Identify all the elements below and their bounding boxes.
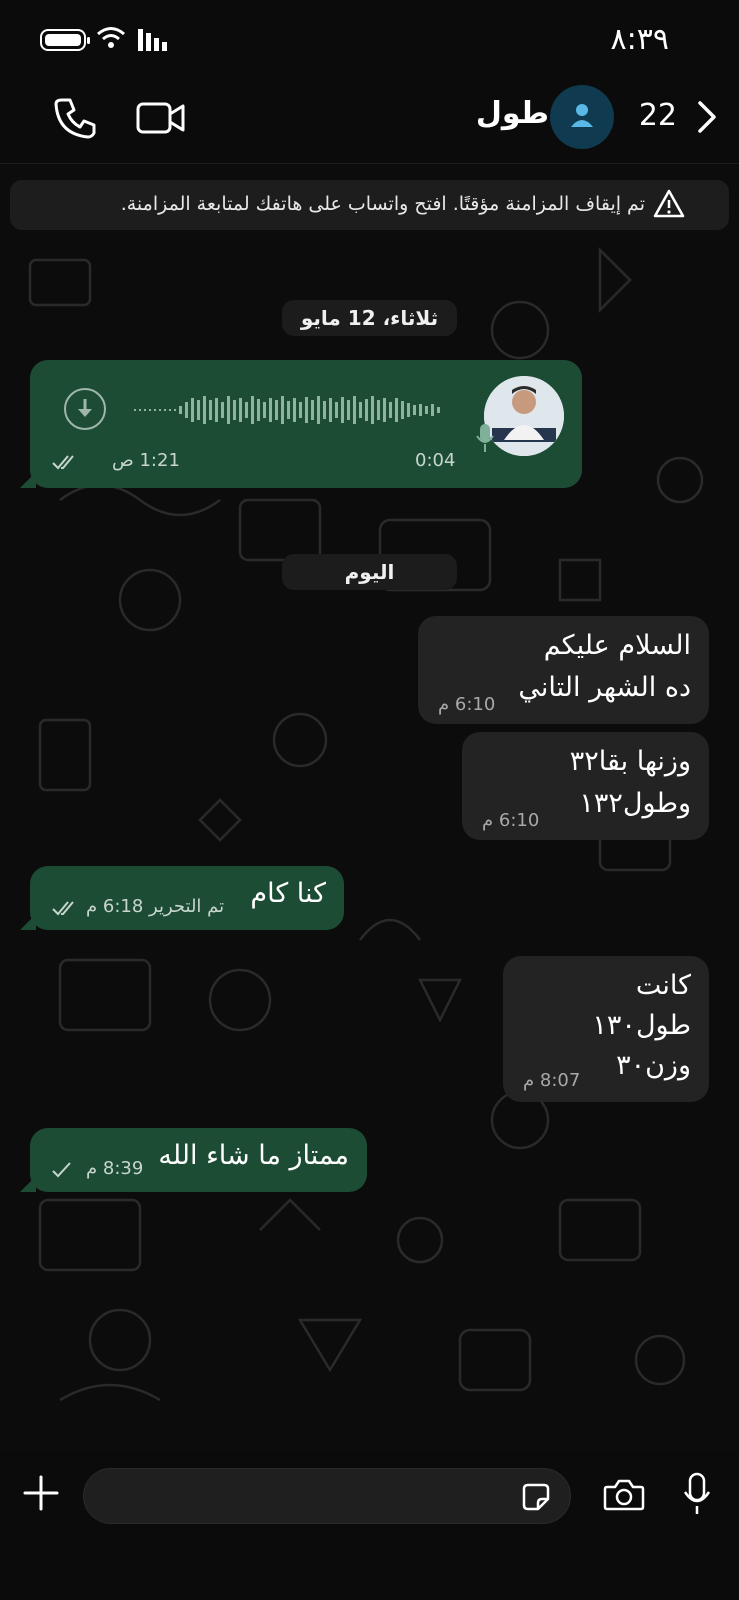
message-line: وزنها بقا٣٢ xyxy=(569,746,691,777)
incoming-message-bubble[interactable]: كانت طول١٣٠ وزن٣٠ 8:07 م xyxy=(503,956,709,1102)
plus-icon[interactable] xyxy=(22,1474,60,1512)
microphone-icon[interactable] xyxy=(682,1472,712,1516)
message-line: السلام عليكم xyxy=(543,630,691,661)
person-icon xyxy=(571,104,593,127)
message-line: طول١٣٠ xyxy=(592,1010,691,1041)
battery-icon xyxy=(40,29,90,51)
sync-banner-text: تم إيقاف المزامنة مؤقتًا. افتح واتساب عل… xyxy=(120,193,645,215)
double-check-icon xyxy=(52,901,74,916)
audio-waveform[interactable] xyxy=(134,390,479,430)
cellular-signal-icon xyxy=(138,29,167,51)
voice-message-bubble[interactable]: 0:04 1:21 ص xyxy=(20,360,582,488)
outgoing-message-bubble[interactable]: كنا كام تم التحرير 6:18 م xyxy=(20,866,344,930)
status-time: ٨:٣٩ xyxy=(610,22,669,57)
sticker-icon[interactable] xyxy=(520,1481,552,1513)
sender-avatar xyxy=(484,376,564,456)
phone-icon[interactable] xyxy=(52,96,96,140)
download-audio-button[interactable] xyxy=(64,388,106,430)
chat-header: طول 22 xyxy=(0,80,739,164)
warning-icon xyxy=(653,189,685,218)
camera-icon[interactable] xyxy=(603,1478,645,1512)
message-line: ممتاز ما شاء الله xyxy=(158,1140,349,1171)
message-time: 6:10 م xyxy=(482,810,540,831)
contact-name[interactable]: طول xyxy=(476,96,549,131)
message-time: 8:07 م xyxy=(523,1070,581,1091)
chevron-right-icon[interactable] xyxy=(697,100,717,134)
contact-avatar[interactable] xyxy=(550,85,614,149)
incoming-message-bubble[interactable]: السلام عليكم ده الشهر التاني 6:10 م xyxy=(418,616,709,724)
unread-count[interactable]: 22 xyxy=(639,98,677,133)
message-time: 6:10 م xyxy=(438,694,496,715)
outgoing-message-bubble[interactable]: ممتاز ما شاء الله 8:39 م xyxy=(20,1128,367,1192)
message-line: وزن٣٠ xyxy=(616,1050,691,1081)
date-chip-today: اليوم xyxy=(282,554,457,590)
status-bar: ٨:٣٩ xyxy=(0,0,739,80)
voice-duration: 0:04 xyxy=(415,450,456,471)
message-line: كانت xyxy=(635,970,691,1001)
message-input-bar xyxy=(0,1452,739,1600)
message-time-edited: تم التحرير 6:18 م xyxy=(86,896,225,917)
message-line: ده الشهر التاني xyxy=(518,672,691,703)
incoming-message-bubble[interactable]: وزنها بقا٣٢ وطول١٣٢ 6:10 م xyxy=(462,732,709,840)
wifi-icon xyxy=(97,27,125,48)
double-check-icon xyxy=(52,455,74,470)
message-line: وطول١٣٢ xyxy=(579,788,691,819)
message-text-field[interactable] xyxy=(83,1468,571,1524)
message-time: 1:21 ص xyxy=(112,450,180,471)
message-time: 8:39 م xyxy=(86,1158,144,1179)
date-chip: ثلاثاء، 12 مايو xyxy=(282,300,457,336)
sync-paused-banner[interactable]: تم إيقاف المزامنة مؤقتًا. افتح واتساب عل… xyxy=(10,180,729,230)
single-check-icon xyxy=(52,1162,71,1178)
video-call-icon[interactable] xyxy=(136,98,186,138)
message-line: كنا كام xyxy=(250,878,326,909)
